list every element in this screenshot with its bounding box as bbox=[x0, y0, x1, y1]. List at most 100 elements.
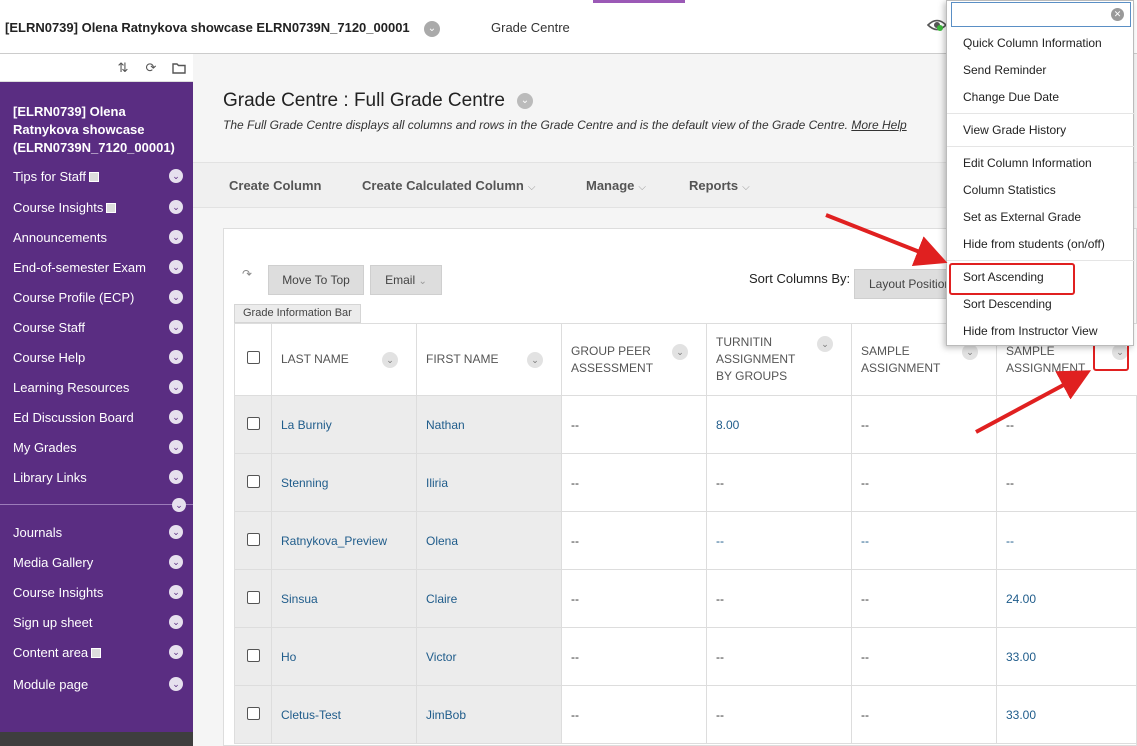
create-column-button[interactable]: Create Column bbox=[229, 178, 321, 193]
row-checkbox[interactable] bbox=[246, 590, 260, 604]
select-all-checkbox[interactable] bbox=[246, 350, 260, 364]
column-header-last-name[interactable]: LAST NAME ⌄ bbox=[271, 323, 417, 396]
chevron-down-icon[interactable]: ⌄ bbox=[382, 352, 398, 368]
refresh-icon[interactable]: ⟳ bbox=[143, 60, 159, 76]
chevron-down-icon[interactable]: ⌄ bbox=[169, 645, 183, 659]
row-checkbox[interactable] bbox=[246, 706, 260, 720]
column-header-group-peer-assessment[interactable]: GROUP PEER ASSESSMENT ⌄ bbox=[561, 323, 707, 396]
menu-item-column-statistics[interactable]: Column Statistics bbox=[963, 183, 1056, 197]
grade-cell[interactable]: -- bbox=[996, 511, 1137, 570]
chevron-down-icon[interactable]: ⌄ bbox=[169, 200, 183, 214]
grade-cell[interactable]: -- bbox=[561, 627, 707, 686]
menu-item-sort-descending[interactable]: Sort Descending bbox=[963, 297, 1052, 311]
first-name-cell[interactable]: Claire bbox=[416, 569, 562, 628]
grade-information-bar[interactable]: Grade Information Bar bbox=[234, 304, 361, 323]
chevron-down-icon[interactable]: ⌄ bbox=[169, 350, 183, 364]
sidebar-item-course-help[interactable]: Course Help ⌄ bbox=[13, 347, 189, 369]
reorder-icon[interactable]: ⇅ bbox=[115, 60, 131, 76]
chevron-down-icon[interactable]: ⌄ bbox=[962, 344, 978, 360]
sidebar-item-my-grades[interactable]: My Grades ⌄ bbox=[13, 437, 189, 459]
sidebar-item-learning-resources[interactable]: Learning Resources ⌄ bbox=[13, 377, 189, 399]
grade-cell[interactable]: 33.00 bbox=[996, 627, 1137, 686]
grade-cell[interactable]: -- bbox=[561, 511, 707, 570]
chevron-down-icon[interactable]: ⌄ bbox=[527, 352, 543, 368]
sidebar-item-media-gallery[interactable]: Media Gallery ⌄ bbox=[13, 552, 189, 574]
first-name-cell[interactable]: Iliria bbox=[416, 453, 562, 512]
chevron-down-icon[interactable]: ⌄ bbox=[169, 677, 183, 691]
sidebar-item-course-staff[interactable]: Course Staff ⌄ bbox=[13, 317, 189, 339]
grade-cell[interactable]: -- bbox=[561, 395, 707, 454]
chevron-down-icon[interactable]: ⌄ bbox=[169, 260, 183, 274]
sidebar-item-announcements[interactable]: Announcements ⌄ bbox=[13, 227, 189, 249]
sidebar-item-library-links[interactable]: Library Links ⌄ bbox=[13, 467, 189, 489]
row-checkbox[interactable] bbox=[246, 416, 260, 430]
more-help-link[interactable]: More Help bbox=[851, 118, 906, 132]
menu-search-input[interactable]: ✕ bbox=[951, 2, 1131, 27]
sidebar-item-sign-up-sheet[interactable]: Sign up sheet ⌄ bbox=[13, 612, 189, 634]
row-checkbox[interactable] bbox=[246, 474, 260, 488]
email-menu-button[interactable]: Email ⌄ bbox=[370, 265, 442, 295]
menu-item-hide-from-instructor-view[interactable]: Hide from Instructor View bbox=[963, 324, 1098, 338]
grade-cell[interactable]: -- bbox=[851, 453, 997, 512]
first-name-cell[interactable]: JimBob bbox=[416, 685, 562, 744]
chevron-down-icon[interactable]: ⌄ bbox=[169, 440, 183, 454]
grade-cell[interactable]: -- bbox=[851, 685, 997, 744]
grade-cell[interactable]: -- bbox=[851, 569, 997, 628]
grade-cell[interactable]: -- bbox=[996, 395, 1137, 454]
chevron-down-icon[interactable]: ⌄ bbox=[169, 525, 183, 539]
chevron-down-icon[interactable]: ⌄ bbox=[169, 585, 183, 599]
grade-cell[interactable]: -- bbox=[561, 685, 707, 744]
row-checkbox[interactable] bbox=[246, 648, 260, 662]
first-name-cell[interactable]: Victor bbox=[416, 627, 562, 686]
last-name-cell[interactable]: Sinsua bbox=[271, 569, 417, 628]
clear-icon[interactable]: ✕ bbox=[1111, 8, 1124, 21]
grade-cell[interactable]: -- bbox=[561, 453, 707, 512]
menu-item-quick-column-information[interactable]: Quick Column Information bbox=[963, 36, 1102, 50]
chevron-down-icon[interactable]: ⌄ bbox=[169, 615, 183, 629]
grade-cell[interactable]: -- bbox=[706, 511, 852, 570]
column-header-first-name[interactable]: FIRST NAME ⌄ bbox=[416, 323, 562, 396]
sidebar-item-end-of-semester-exam[interactable]: End-of-semester Exam ⌄ bbox=[13, 257, 189, 279]
menu-item-edit-column-information[interactable]: Edit Column Information bbox=[963, 156, 1092, 170]
grade-cell[interactable]: -- bbox=[706, 569, 852, 628]
menu-item-view-grade-history[interactable]: View Grade History bbox=[963, 123, 1066, 137]
row-checkbox[interactable] bbox=[246, 532, 260, 546]
chevron-down-icon[interactable]: ⌄ bbox=[817, 336, 833, 352]
sort-columns-select[interactable]: Layout Position bbox=[854, 269, 954, 299]
chevron-down-icon[interactable]: ⌄ bbox=[424, 21, 440, 37]
chevron-down-icon[interactable]: ⌄ bbox=[169, 555, 183, 569]
last-name-cell[interactable]: Stenning bbox=[271, 453, 417, 512]
move-to-top-button[interactable]: Move To Top bbox=[268, 265, 364, 295]
grade-cell[interactable]: -- bbox=[561, 569, 707, 628]
chevron-down-icon[interactable]: ⌄ bbox=[169, 169, 183, 183]
sidebar-item-content-area[interactable]: Content area ⌄ bbox=[13, 642, 189, 664]
chevron-down-icon[interactable]: ⌄ bbox=[672, 344, 688, 360]
reports-menu[interactable]: Reports ⌵ bbox=[689, 178, 750, 193]
menu-item-set-as-external-grade[interactable]: Set as External Grade bbox=[963, 210, 1081, 224]
student-preview-icon[interactable] bbox=[926, 15, 948, 35]
sidebar-course-name[interactable]: [ELRN0739] Olena Ratnykova showcase (ELR… bbox=[13, 103, 183, 157]
chevron-down-icon[interactable]: ⌄ bbox=[169, 410, 183, 424]
sidebar-item-ed-discussion-board[interactable]: Ed Discussion Board ⌄ bbox=[13, 407, 189, 429]
chevron-down-icon[interactable]: ⌄ bbox=[169, 230, 183, 244]
chevron-down-icon[interactable]: ⌄ bbox=[169, 290, 183, 304]
sidebar-item-journals[interactable]: Journals ⌄ bbox=[13, 522, 189, 544]
chevron-down-icon[interactable]: ⌄ bbox=[169, 320, 183, 334]
first-name-cell[interactable]: Olena bbox=[416, 511, 562, 570]
grade-cell[interactable]: -- bbox=[706, 685, 852, 744]
grade-cell[interactable]: -- bbox=[851, 395, 997, 454]
chevron-down-icon[interactable]: ⌄ bbox=[517, 93, 533, 109]
last-name-cell[interactable]: Ho bbox=[271, 627, 417, 686]
last-name-cell[interactable]: La Burniy bbox=[271, 395, 417, 454]
first-name-cell[interactable]: Nathan bbox=[416, 395, 562, 454]
menu-item-change-due-date[interactable]: Change Due Date bbox=[963, 90, 1059, 104]
sidebar-item-module-page[interactable]: Module page ⌄ bbox=[13, 674, 189, 696]
sidebar-item-course-insights-2[interactable]: Course Insights ⌄ bbox=[13, 582, 189, 604]
chevron-down-icon[interactable]: ⌄ bbox=[169, 380, 183, 394]
chevron-down-icon[interactable]: ⌄ bbox=[172, 498, 186, 512]
grade-cell[interactable]: 24.00 bbox=[996, 569, 1137, 628]
tab-grade-centre[interactable]: Grade Centre bbox=[491, 20, 570, 35]
sidebar-item-course-insights[interactable]: Course Insights ⌄ bbox=[13, 197, 189, 219]
chevron-down-icon[interactable]: ⌄ bbox=[169, 470, 183, 484]
folder-icon[interactable] bbox=[171, 60, 187, 76]
